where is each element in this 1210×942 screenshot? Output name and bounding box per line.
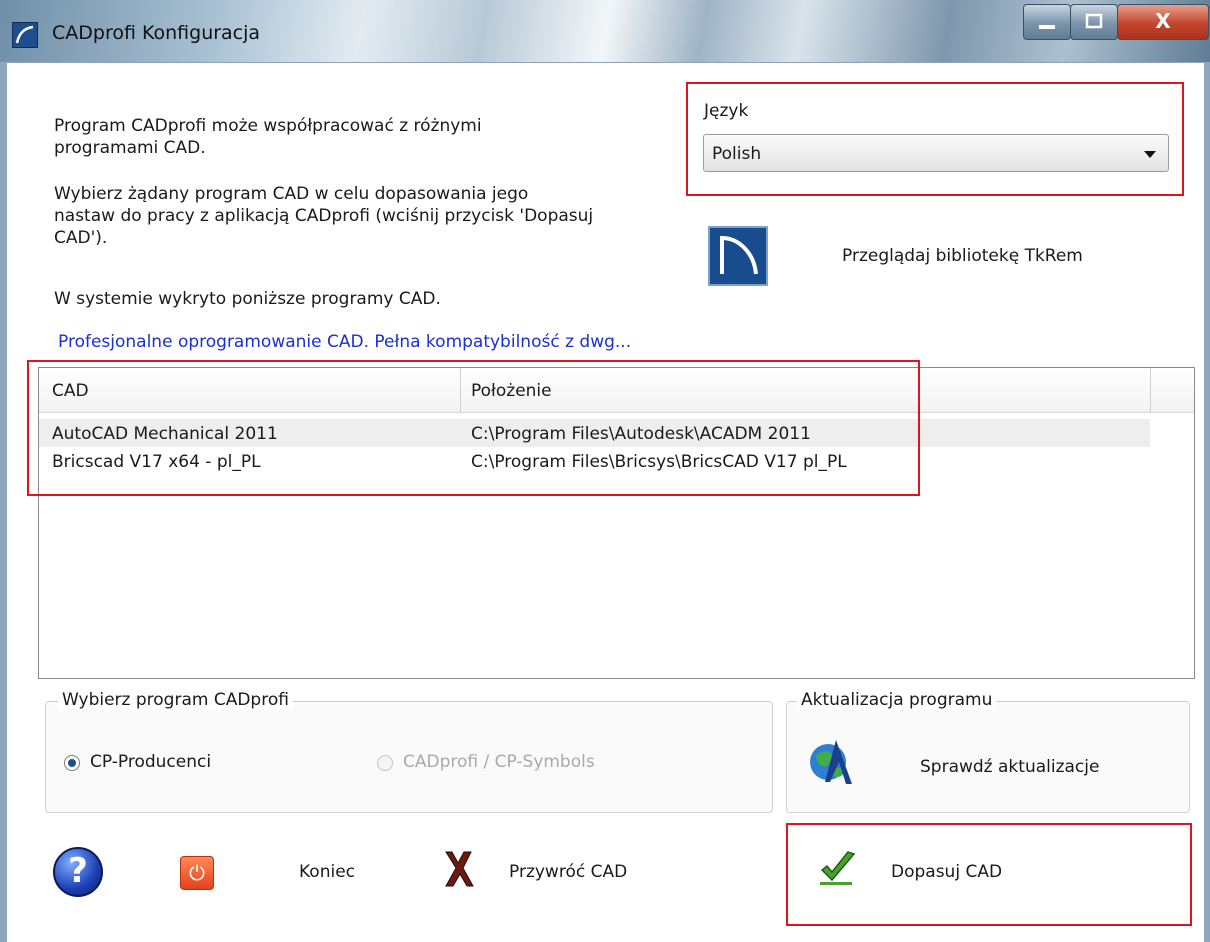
restore-cad-icon[interactable] [440, 848, 474, 890]
option-label-cadprofi-symbols: CADprofi / CP-Symbols [403, 752, 595, 772]
tkrem-library-icon[interactable] [708, 226, 768, 286]
title-bar: CADprofi Konfiguracja X [0, 0, 1210, 63]
close-button[interactable]: X [1117, 4, 1209, 40]
cadprofi-app-icon [12, 22, 38, 48]
maximize-button[interactable] [1070, 4, 1118, 40]
intro-text-3: Wybierz żądany program CAD w celu dopaso… [54, 184, 529, 204]
language-label: Język [704, 101, 749, 121]
check-updates-button[interactable]: Sprawdź aktualizacje [920, 757, 1099, 777]
update-legend: Aktualizacja programu [797, 690, 997, 710]
choose-program-legend: Wybierz program CADprofi [58, 690, 293, 710]
intro-text-6: W systemie wykryto poniższe programy CAD… [54, 289, 441, 309]
cad-list-highlight [27, 360, 920, 496]
radio-cadprofi-symbols [377, 755, 393, 771]
language-select[interactable]: Polish [703, 134, 1169, 172]
option-label-cp-producenci[interactable]: CP-Producenci [90, 752, 211, 772]
minimize-button[interactable] [1023, 4, 1071, 40]
intro-text-5: CAD'). [54, 228, 108, 248]
chevron-down-icon [1144, 151, 1156, 158]
cad-info-link[interactable]: Profesjonalne oprogramowanie CAD. Pełna … [58, 332, 631, 352]
column-divider [1150, 368, 1151, 412]
tkrem-library-button[interactable]: Przeglądaj bibliotekę TkRem [842, 246, 1083, 266]
checkmark-icon[interactable] [818, 848, 858, 888]
globe-update-icon[interactable] [806, 736, 856, 786]
window-title: CADprofi Konfiguracja [52, 22, 261, 44]
intro-text-4: nastaw do pracy z aplikacją CADprofi (wc… [54, 206, 594, 226]
power-icon[interactable]: ⏻ [180, 856, 214, 890]
help-icon[interactable]: ? [53, 847, 103, 897]
radio-cp-producenci[interactable] [64, 755, 80, 771]
exit-button[interactable]: Koniec [299, 862, 355, 882]
restore-cad-button[interactable]: Przywróć CAD [509, 862, 627, 882]
intro-text-1: Program CADprofi może współpracować z ró… [54, 116, 482, 136]
close-icon: X [1155, 9, 1171, 33]
adapt-cad-button[interactable]: Dopasuj CAD [891, 862, 1002, 882]
intro-text-2: programami CAD. [54, 138, 206, 158]
language-selected-value: Polish [712, 144, 762, 164]
